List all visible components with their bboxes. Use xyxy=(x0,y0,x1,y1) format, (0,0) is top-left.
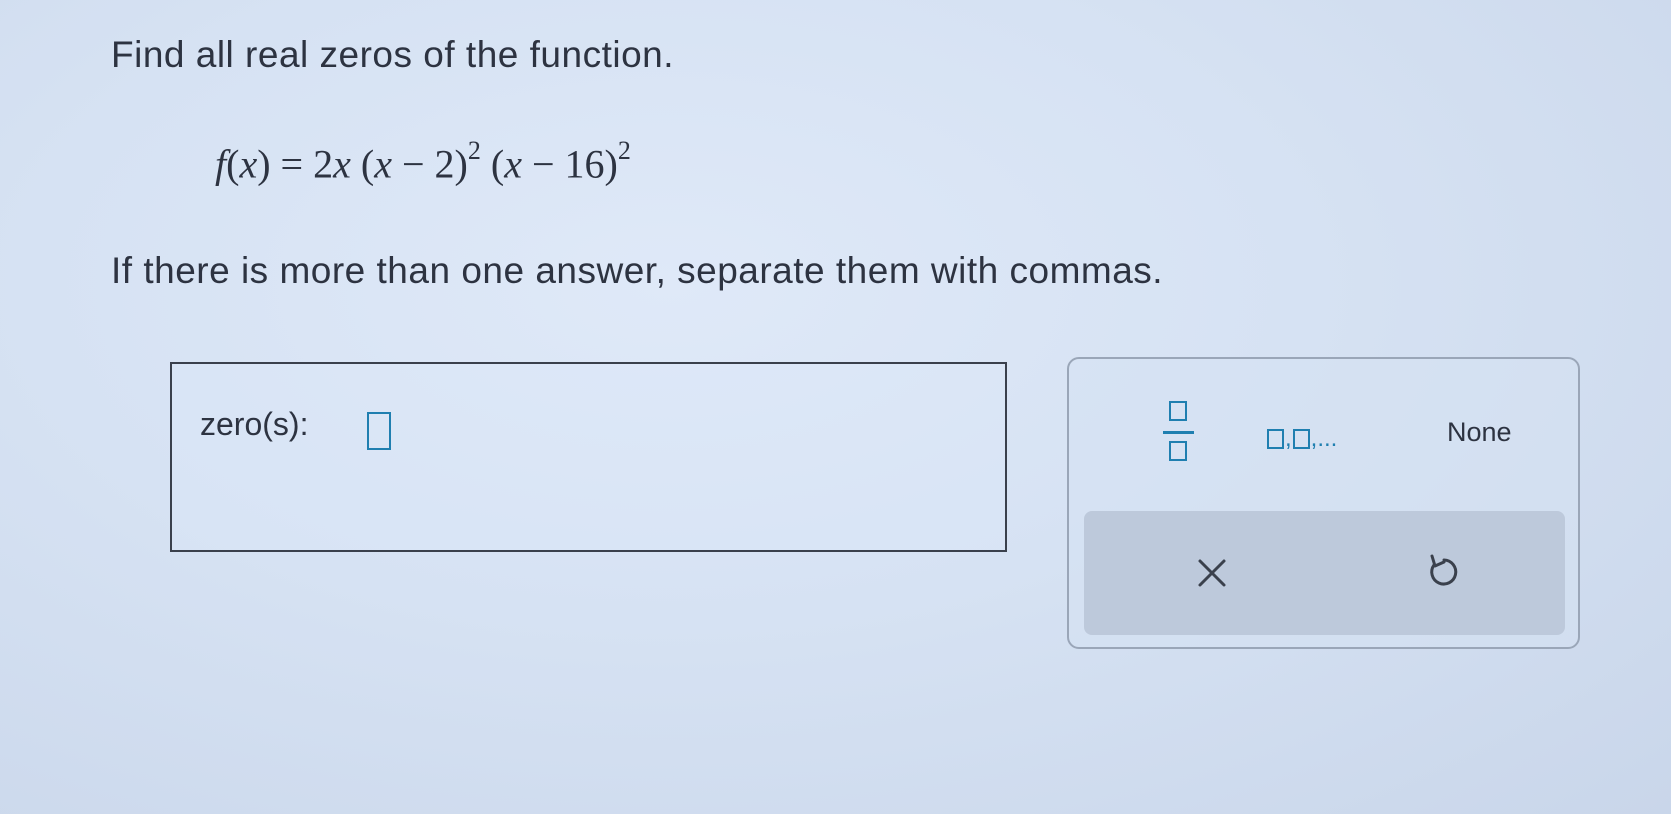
fraction-denominator-box-icon xyxy=(1169,441,1187,461)
function-equation: f(x) = 2x (x − 2)2 (x − 16)2 xyxy=(215,136,631,187)
comma-list-template-button[interactable]: , ,... xyxy=(1267,419,1338,452)
eq-factor2-exponent: 2 xyxy=(617,136,631,165)
eq-factor1-exponent: 2 xyxy=(467,136,481,165)
undo-icon xyxy=(1430,554,1458,586)
none-button[interactable]: None xyxy=(1447,417,1512,448)
answer-label: zero(s): xyxy=(200,406,309,442)
fraction-template-button[interactable] xyxy=(1155,399,1203,469)
eq-variable: x xyxy=(239,141,258,187)
close-icon xyxy=(1198,559,1226,587)
action-bar xyxy=(1084,511,1565,635)
list-box-icon xyxy=(1267,429,1284,449)
eq-factor2-variable: x xyxy=(504,141,522,187)
eq-coefficient-variable: x xyxy=(333,141,351,187)
eq-factor1-rest: − 2) xyxy=(391,141,468,187)
question-prompt: Find all real zeros of the function. xyxy=(111,34,675,75)
answer-input-slot[interactable] xyxy=(367,412,391,450)
eq-equals-coefficient: ) = 2 xyxy=(257,141,334,187)
answer-box[interactable]: zero(s): xyxy=(170,362,1007,552)
fraction-numerator-box-icon xyxy=(1169,401,1187,421)
eq-paren-open: ( xyxy=(226,141,240,187)
fraction-bar-icon xyxy=(1163,431,1194,434)
list-box-icon xyxy=(1292,429,1310,449)
list-ellipsis: ,... xyxy=(1310,425,1338,452)
instruction-text: If there is more than one answer, separa… xyxy=(111,250,1164,291)
function-name: f xyxy=(215,141,227,187)
clear-button[interactable] xyxy=(1184,547,1240,599)
math-toolbar: , ,... None xyxy=(1067,357,1580,649)
eq-factor2-open: ( xyxy=(480,141,505,187)
eq-factor2-rest: − 16) xyxy=(521,141,618,187)
list-comma: , xyxy=(1285,425,1292,452)
undo-button[interactable] xyxy=(1414,547,1470,599)
eq-factor1-variable: x xyxy=(374,141,392,187)
eq-factor1-open: ( xyxy=(350,141,375,187)
